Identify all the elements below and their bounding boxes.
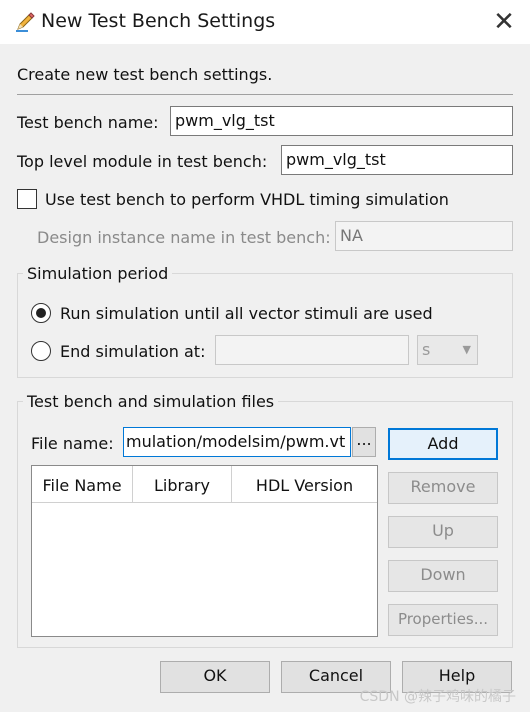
files-table: File Name Library HDL Version [31,465,378,637]
test-bench-name-label: Test bench name: [17,113,159,132]
design-instance-label: Design instance name in test bench: [37,228,331,247]
design-instance-input[interactable]: NA [335,221,513,251]
separator [17,94,513,95]
vhdl-timing-label: Use test bench to perform VHDL timing si… [45,190,449,209]
watermark-text: CSDN @辣子鸡味的橘子 [359,689,516,705]
unit-value: s [422,340,431,359]
simulation-period-title: Simulation period [23,264,173,284]
window-title: New Test Bench Settings [41,10,276,32]
pencil-icon [16,12,35,32]
up-button[interactable]: Up [388,516,498,548]
add-button[interactable]: Add [388,428,498,460]
column-header-hdl-version[interactable]: HDL Version [232,476,377,496]
chevron-down-icon: ▼ [462,343,471,356]
column-header-file-name[interactable]: File Name [32,476,132,496]
title-bar: New Test Bench Settings ✕ [0,0,530,44]
remove-button[interactable]: Remove [388,472,498,504]
end-at-radio[interactable] [31,341,51,361]
column-header-library[interactable]: Library [133,476,231,496]
header-divider [32,502,377,503]
top-level-module-label: Top level module in test bench: [17,152,268,171]
close-button[interactable]: ✕ [491,9,517,35]
file-name-label: File name: [31,434,114,453]
radio-selected-dot [36,308,46,318]
run-all-radio[interactable] [31,303,51,323]
ok-button[interactable]: OK [160,661,270,693]
intro-text: Create new test bench settings. [17,65,273,84]
down-button[interactable]: Down [388,560,498,592]
end-at-unit-select[interactable]: s ▼ [417,335,478,365]
vhdl-timing-checkbox[interactable] [17,189,37,209]
files-title: Test bench and simulation files [23,392,279,412]
properties-button[interactable]: Properties... [388,604,498,636]
end-at-label: End simulation at: [60,342,206,361]
test-bench-name-input[interactable]: pwm_vlg_tst [170,106,513,136]
end-at-input[interactable] [215,335,409,365]
file-name-input[interactable]: mulation/modelsim/pwm.vt [123,427,351,457]
top-level-module-input[interactable]: pwm_vlg_tst [281,145,513,175]
browse-button[interactable]: ... [352,427,376,457]
run-all-label: Run simulation until all vector stimuli … [60,304,433,323]
